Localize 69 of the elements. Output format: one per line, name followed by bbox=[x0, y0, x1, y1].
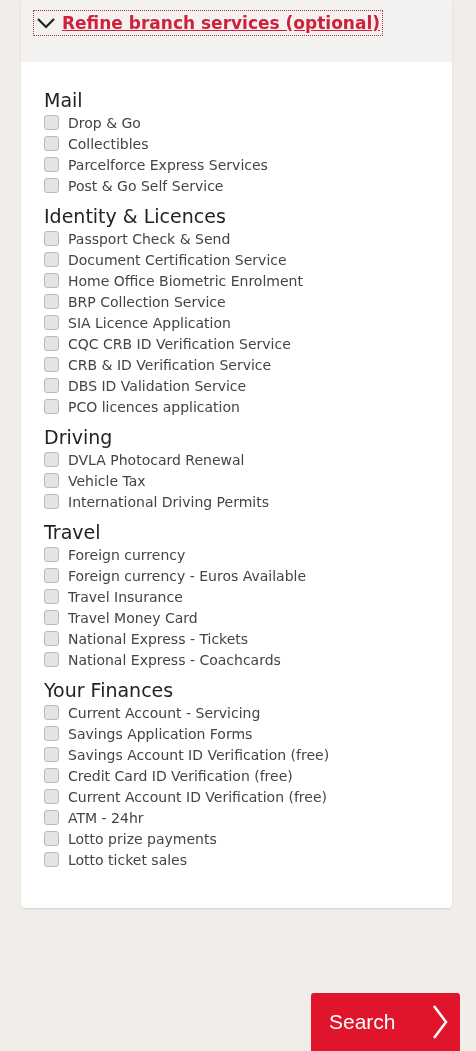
checkbox[interactable] bbox=[44, 726, 59, 741]
service-label: Vehicle Tax bbox=[68, 472, 146, 489]
checkbox[interactable] bbox=[44, 273, 59, 288]
checkbox[interactable] bbox=[44, 115, 59, 130]
service-label: PCO licences application bbox=[68, 398, 240, 415]
checkbox[interactable] bbox=[44, 589, 59, 604]
checkbox[interactable] bbox=[44, 473, 59, 488]
service-label: DBS ID Validation Service bbox=[68, 377, 247, 394]
category-heading: Travel bbox=[44, 520, 102, 544]
checkbox[interactable] bbox=[44, 231, 59, 246]
checkbox[interactable] bbox=[44, 294, 59, 309]
service-label: Lotto prize payments bbox=[68, 830, 217, 847]
checkbox[interactable] bbox=[44, 747, 59, 762]
service-label: ATM - 24hr bbox=[68, 809, 144, 826]
service-label: Travel Money Card bbox=[68, 609, 198, 626]
service-label: CQC CRB ID Verification Service bbox=[68, 335, 291, 352]
chevron-icon bbox=[36, 17, 56, 29]
service-label: Credit Card ID Verification (free) bbox=[68, 767, 293, 784]
service-label: Savings Account ID Verification (free) bbox=[68, 746, 330, 763]
service-label: Foreign currency bbox=[68, 546, 186, 563]
category-heading: Mail bbox=[44, 88, 84, 112]
checkbox[interactable] bbox=[44, 399, 59, 414]
checkbox[interactable] bbox=[44, 494, 59, 509]
checkbox[interactable] bbox=[44, 631, 59, 646]
service-label: Document Certification Service bbox=[68, 251, 287, 268]
checkbox[interactable] bbox=[44, 157, 59, 172]
category-heading: Driving bbox=[44, 425, 114, 449]
service-label: Travel Insurance bbox=[68, 588, 183, 605]
checkbox[interactable] bbox=[44, 705, 59, 720]
service-label: Lotto ticket sales bbox=[68, 851, 188, 868]
refine-services-toggle[interactable]: Refine branch services (optional) bbox=[33, 10, 383, 36]
service-label: Drop & Go bbox=[68, 114, 141, 131]
service-label: SIA Licence Application bbox=[68, 314, 231, 331]
service-label: National Express - Coachcards bbox=[68, 651, 281, 668]
checkbox[interactable] bbox=[44, 652, 59, 667]
checkbox[interactable] bbox=[44, 768, 59, 783]
checkbox[interactable] bbox=[44, 831, 59, 846]
service-label: CRB & ID Verification Service bbox=[68, 356, 272, 373]
service-label: Current Account - Servicing bbox=[68, 704, 261, 721]
checkbox[interactable] bbox=[44, 315, 59, 330]
service-label: Current Account ID Verification (free) bbox=[68, 788, 327, 805]
chevron-right-icon bbox=[432, 1004, 448, 1040]
checkbox[interactable] bbox=[44, 810, 59, 825]
service-label: DVLA Photocard Renewal bbox=[68, 451, 245, 468]
checkbox[interactable] bbox=[44, 178, 59, 193]
service-label: National Express - Tickets bbox=[68, 630, 249, 647]
checkbox[interactable] bbox=[44, 789, 59, 804]
checkbox[interactable] bbox=[44, 357, 59, 372]
checkbox[interactable] bbox=[44, 136, 59, 151]
category-heading: Identity & Licences bbox=[44, 204, 227, 228]
checkbox[interactable] bbox=[44, 452, 59, 467]
checkbox[interactable] bbox=[44, 610, 59, 625]
category-heading: Your Finances bbox=[44, 678, 175, 702]
checkbox[interactable] bbox=[44, 378, 59, 393]
search-button[interactable]: Search bbox=[311, 993, 460, 1051]
checkbox[interactable] bbox=[44, 336, 59, 351]
service-label: Foreign currency - Euros Available bbox=[68, 567, 307, 584]
service-label: Passport Check & Send bbox=[68, 230, 231, 247]
checkbox[interactable] bbox=[44, 852, 59, 867]
service-label: Collectibles bbox=[68, 135, 149, 152]
service-label: Savings Application Forms bbox=[68, 725, 253, 742]
service-label: BRP Collection Service bbox=[68, 293, 226, 310]
service-label: Parcelforce Express Services bbox=[68, 156, 268, 173]
checkbox[interactable] bbox=[44, 547, 59, 562]
service-label: Post & Go Self Service bbox=[68, 177, 224, 194]
checkbox[interactable] bbox=[44, 252, 59, 267]
service-label: Home Office Biometric Enrolment bbox=[68, 272, 303, 289]
checkbox[interactable] bbox=[44, 568, 59, 583]
service-label: International Driving Permits bbox=[68, 493, 269, 510]
